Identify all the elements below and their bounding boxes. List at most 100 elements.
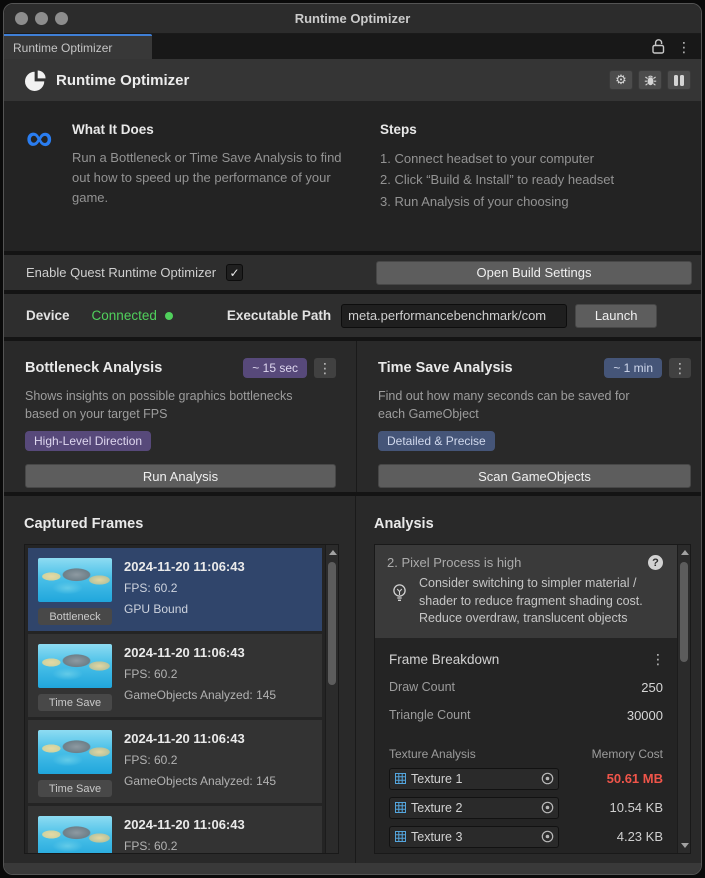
texture-memory-cost: 4.23 KB [559,829,663,844]
open-build-settings-button[interactable]: Open Build Settings [376,261,692,285]
frame-thumbnail [38,644,112,688]
object-picker-icon[interactable] [540,771,555,786]
launch-button[interactable]: Launch [575,304,657,328]
steps-list: 1. Connect headset to your computer 2. C… [380,148,681,212]
runtime-optimizer-window: Runtime Optimizer Runtime Optimizer ⋮ Ru… [3,3,702,875]
what-it-does-body: Run a Bottleneck or Time Save Analysis t… [72,148,352,208]
scrollbar-thumb[interactable] [328,562,336,685]
frame-timestamp: 2024-11-20 11:06:43 [124,817,245,832]
pie-chart-icon [25,70,46,91]
connected-dot-icon [165,312,173,320]
frame-list-item[interactable]: Time Save 2024-11-20 11:06:43 FPS: 60.2 … [28,720,322,803]
scrollbar-thumb[interactable] [680,562,688,662]
frame-timestamp: 2024-11-20 11:06:43 [124,559,245,574]
step-item: 2. Click “Build & Install” to ready head… [380,169,681,190]
scroll-up-icon[interactable] [681,550,689,555]
device-status: Connected [92,308,157,323]
scroll-down-icon[interactable] [681,843,689,848]
frame-breakdown-title: Frame Breakdown [389,652,651,667]
frame-timestamp: 2024-11-20 11:06:43 [124,731,276,746]
scan-gameobjects-button[interactable]: Scan GameObjects [378,464,691,488]
frame-detail: GameObjects Analyzed: 145 [124,688,276,702]
card-description: Shows insights on possible graphics bott… [25,387,295,423]
duration-badge: ~ 15 sec [243,358,307,378]
results-section: Captured Frames Bottleneck 2024-11-20 11… [4,496,701,863]
card-description: Find out how many seconds can be saved f… [378,387,648,423]
page-title: Runtime Optimizer [56,72,609,89]
enable-checkbox[interactable]: ✓ [226,264,243,281]
check-icon: ✓ [230,266,240,280]
enable-row: Enable Quest Runtime Optimizer ✓ Open Bu… [4,255,701,290]
analysis-cards: Bottleneck Analysis ~ 15 sec ⋮ Shows ins… [4,341,701,492]
frame-type-badge: Time Save [38,694,112,711]
book-icon [674,75,684,86]
tab-menu-icon[interactable]: ⋮ [677,40,691,54]
stat-row: Draw Count 250 [375,680,677,695]
tab-runtime-optimizer[interactable]: Runtime Optimizer [4,34,152,59]
insight-heading: 2. Pixel Process is high [387,555,648,570]
texture-object-field[interactable]: Texture 1 [389,768,559,790]
card-title: Time Save Analysis [378,360,604,376]
kebab-icon: ⋮ [318,361,332,375]
settings-button[interactable]: ⚙ [609,70,633,90]
analysis-panel: 2. Pixel Process is high ? Consider swit… [374,544,691,854]
texture-row: Texture 2 10.54 KB [375,797,677,819]
stat-value: 250 [641,680,663,695]
captured-frames-list: Bottleneck 2024-11-20 11:06:43 FPS: 60.2… [24,544,339,854]
frame-fps: FPS: 60.2 [124,753,276,767]
stat-value: 30000 [627,708,663,723]
scroll-up-icon[interactable] [329,550,337,555]
frame-list-item[interactable]: Time Save 2024-11-20 11:06:43 FPS: 60.2 … [28,634,322,717]
frame-breakdown-menu-icon[interactable]: ⋮ [651,652,665,666]
executable-path-label: Executable Path [227,308,331,323]
what-it-does-title: What It Does [72,122,372,137]
frame-thumbnail [38,816,112,853]
analysis-scrollbar[interactable] [677,545,690,853]
frame-fps: FPS: 60.2 [124,667,276,681]
object-picker-icon[interactable] [540,800,555,815]
frame-timestamp: 2024-11-20 11:06:43 [124,645,276,660]
card-tag-badge: Detailed & Precise [378,431,495,451]
lightbulb-icon [391,583,411,628]
object-picker-icon[interactable] [540,829,555,844]
insight-suggestion: Consider switching to simpler material /… [419,575,667,628]
executable-path-input[interactable]: meta.performancebenchmark/com [341,304,567,328]
help-icon[interactable]: ? [648,555,663,570]
documentation-button[interactable] [667,70,691,90]
analysis-column: Analysis 2. Pixel Process is high ? Cons… [356,496,701,863]
gear-icon: ⚙ [615,72,627,88]
frame-list-item[interactable]: 2024-11-20 11:06:43 FPS: 60.2 [28,806,322,853]
insight-box: 2. Pixel Process is high ? Consider swit… [375,545,677,638]
texture-memory-cost: 10.54 KB [559,800,663,815]
texture-row: Texture 1 50.61 MB [375,768,677,790]
frame-type-badge: Bottleneck [38,608,112,625]
window-footer [4,863,701,874]
stat-row: Triangle Count 30000 [375,708,677,723]
texture-grid-icon [395,773,406,784]
texture-object-field[interactable]: Texture 2 [389,797,559,819]
lock-icon[interactable] [652,39,665,54]
bottleneck-analysis-card: Bottleneck Analysis ~ 15 sec ⋮ Shows ins… [4,341,356,492]
steps-title: Steps [380,122,681,137]
frame-thumbnail [38,558,112,602]
frame-detail: GameObjects Analyzed: 145 [124,774,276,788]
card-tag-badge: High-Level Direction [25,431,151,451]
frame-detail: GPU Bound [124,602,245,616]
step-item: 3. Run Analysis of your choosing [380,191,681,212]
frames-scrollbar[interactable] [325,545,338,853]
analysis-title: Analysis [374,516,691,532]
texture-object-field[interactable]: Texture 3 [389,826,559,848]
texture-grid-icon [395,831,406,842]
captured-frames-title: Captured Frames [24,516,339,532]
card-menu-button[interactable]: ⋮ [669,358,691,378]
frame-fps: FPS: 60.2 [124,581,245,595]
time-save-analysis-card: Time Save Analysis ~ 1 min ⋮ Find out ho… [356,341,701,492]
card-title: Bottleneck Analysis [25,360,243,376]
texture-name: Texture 2 [406,801,540,815]
card-menu-button[interactable]: ⋮ [314,358,336,378]
frame-list-item[interactable]: Bottleneck 2024-11-20 11:06:43 FPS: 60.2… [28,548,322,631]
device-label: Device [26,308,70,323]
bug-report-button[interactable] [638,70,662,90]
enable-label: Enable Quest Runtime Optimizer [26,265,216,280]
run-analysis-button[interactable]: Run Analysis [25,464,336,488]
